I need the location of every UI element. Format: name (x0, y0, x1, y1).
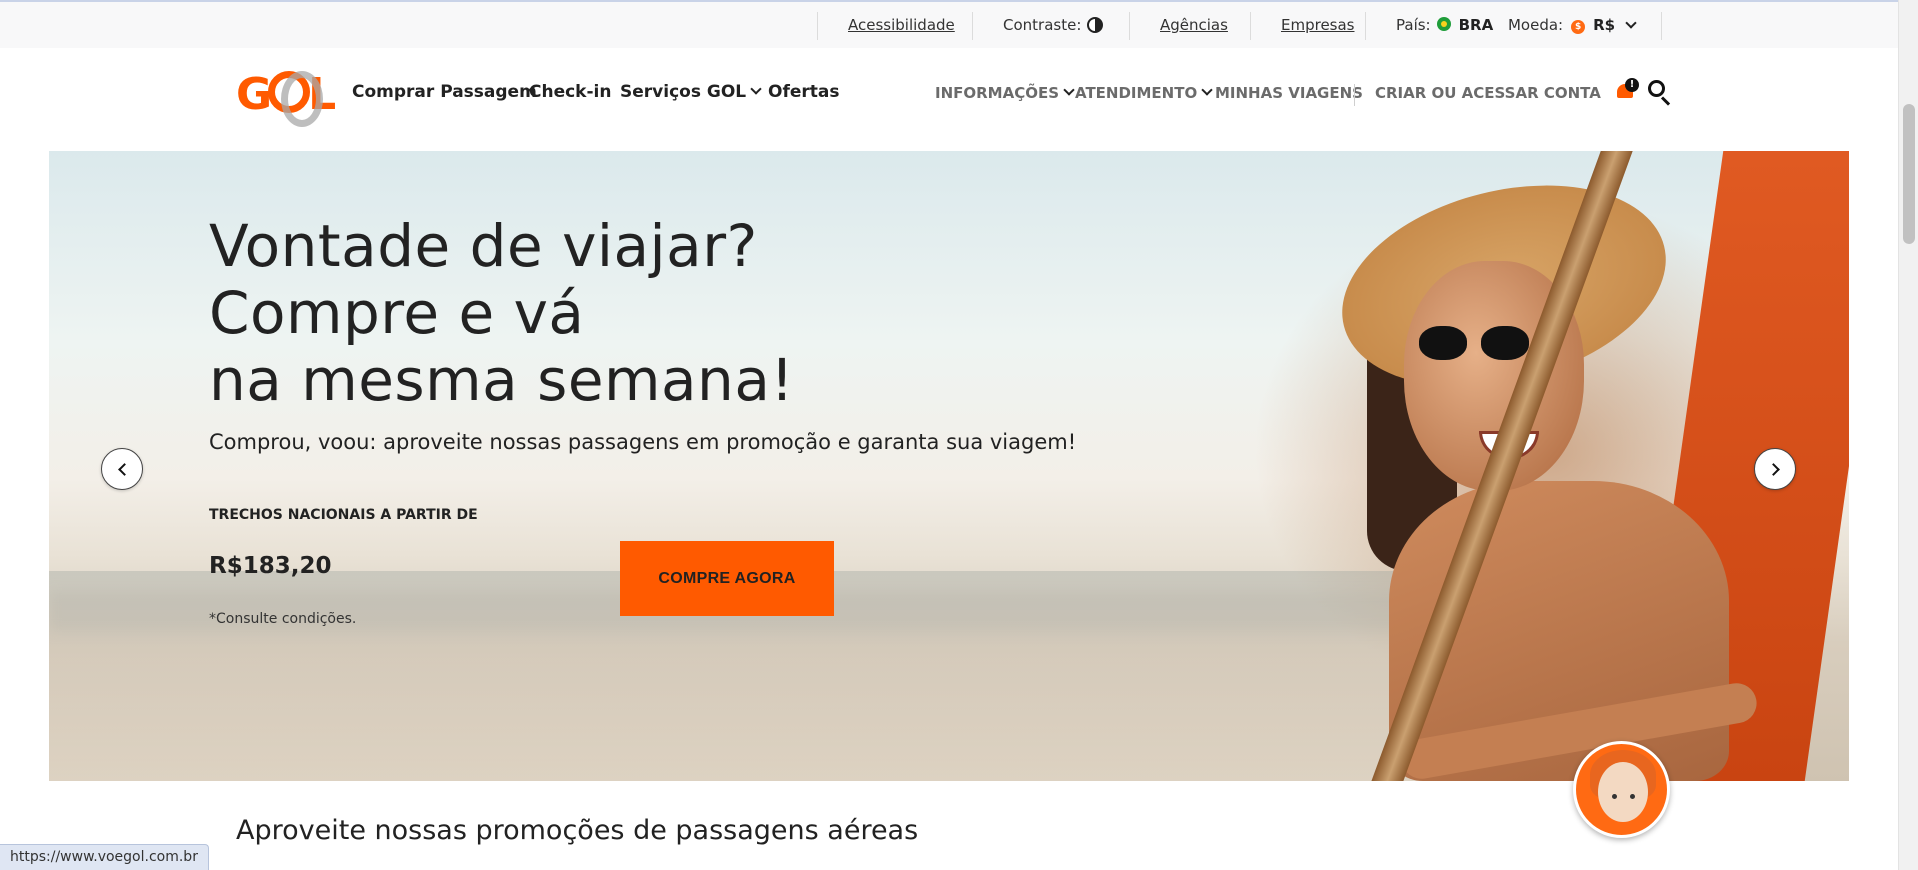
hero-title: Vontade de viajar? Compre e vá na mesma … (209, 213, 794, 414)
hero-title-line: na mesma semana! (209, 346, 795, 414)
price-value: R$183,20 (209, 553, 332, 579)
country-label: País: (1396, 16, 1431, 34)
nav-services-menu[interactable]: Serviços GOL (620, 82, 762, 102)
chevron-down-icon (750, 83, 762, 95)
avatar-eye (1630, 794, 1635, 799)
buy-now-button[interactable]: COMPRE AGORA (620, 541, 834, 616)
contrast-toggle[interactable]: Contraste: (1003, 16, 1104, 34)
currency-value: R$ (1593, 16, 1616, 34)
promotions-heading: Aproveite nossas promoções de passagens … (236, 815, 919, 846)
scrollbar-thumb[interactable] (1903, 104, 1915, 244)
divider (1365, 12, 1366, 40)
divider (1250, 12, 1251, 40)
notification-bell-icon[interactable]: ! (1614, 78, 1639, 100)
sunglasses-image (1419, 326, 1539, 362)
nav-support-menu[interactable]: ATENDIMENTO (1075, 84, 1213, 102)
agencies-link[interactable]: Agências (1160, 16, 1228, 34)
hero-title-line: Vontade de viajar? (209, 212, 758, 280)
nav-offers[interactable]: Ofertas (768, 82, 839, 102)
avatar-face (1598, 762, 1648, 822)
virtual-assistant-avatar[interactable] (1573, 741, 1670, 838)
price-from-label: TRECHOS NACIONAIS A PARTIR DE (209, 507, 478, 523)
page-scrollbar[interactable] (1898, 0, 1918, 870)
chevron-right-icon (1767, 463, 1780, 476)
browser-status-url: https://www.voegol.com.br (0, 844, 209, 870)
nav-services-label: Serviços GOL (620, 82, 747, 102)
utility-bar: Acessibilidade Contraste: Agências Empre… (0, 0, 1898, 48)
hero-title-line: Compre e vá (209, 279, 585, 347)
carousel-prev-button[interactable] (101, 448, 143, 490)
chevron-left-icon (118, 463, 131, 476)
nav-my-trips[interactable]: MINHAS VIAGENS (1215, 84, 1363, 102)
nav-account[interactable]: CRIAR OU ACESSAR CONTA (1375, 84, 1601, 102)
nav-checkin[interactable]: Check-in (529, 82, 611, 102)
hero-banner: Vontade de viajar? Compre e vá na mesma … (49, 151, 1849, 781)
chevron-down-icon (1063, 84, 1075, 96)
divider (1661, 12, 1662, 40)
gol-logo[interactable]: GL (236, 71, 336, 127)
nav-info-menu[interactable]: INFORMAÇÕES (935, 84, 1075, 102)
carousel-next-button[interactable] (1754, 448, 1796, 490)
hero-subtitle: Comprou, voou: aproveite nossas passagen… (209, 430, 1077, 454)
nav-support-label: ATENDIMENTO (1075, 84, 1198, 102)
accessibility-link[interactable]: Acessibilidade (848, 16, 955, 34)
chevron-down-icon (1201, 84, 1213, 96)
nav-buy-ticket[interactable]: Comprar Passagem (352, 82, 537, 102)
conditions-note: *Consulte condições. (209, 611, 357, 627)
currency-label: Moeda: (1507, 16, 1564, 34)
search-lens (1648, 80, 1665, 97)
chevron-down-icon[interactable] (1625, 17, 1637, 29)
logo-o-mark (268, 71, 324, 127)
search-handle (1660, 96, 1671, 106)
divider (1129, 12, 1130, 40)
companies-link[interactable]: Empresas (1281, 16, 1355, 34)
contrast-icon[interactable] (1087, 17, 1104, 33)
divider (972, 12, 973, 40)
divider (817, 12, 818, 40)
divider (1354, 84, 1355, 106)
notification-badge: ! (1625, 78, 1639, 92)
contrast-label: Contraste: (1003, 16, 1082, 34)
search-icon[interactable] (1648, 80, 1672, 106)
country-value: BRA (1458, 16, 1494, 34)
avatar-eye (1612, 794, 1617, 799)
main-nav: GL Comprar Passagem Check-in Serviços GO… (0, 50, 1898, 150)
nav-info-label: INFORMAÇÕES (935, 84, 1060, 102)
currency-coin-icon: $ (1571, 20, 1586, 34)
locale-selector[interactable]: País: BRA Moeda: $ R$ (1396, 16, 1637, 34)
brazil-flag-icon (1436, 17, 1451, 31)
